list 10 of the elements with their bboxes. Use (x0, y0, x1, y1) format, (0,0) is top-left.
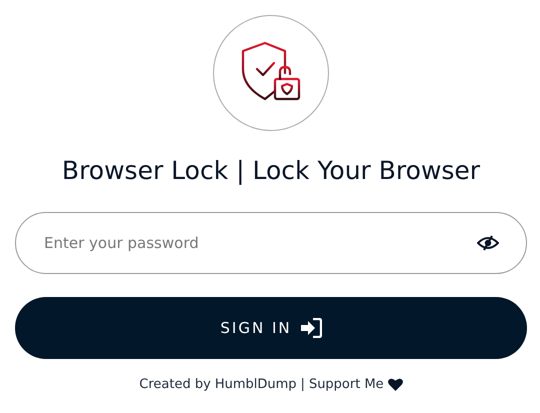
author-link[interactable]: HumblDump (214, 375, 297, 394)
password-field[interactable]: Enter your password (15, 212, 527, 274)
eye-slash-icon[interactable] (477, 235, 499, 251)
sign-in-icon (300, 318, 322, 338)
page-title: Browser Lock | Lock Your Browser (62, 156, 480, 186)
credit-text: Created by (139, 376, 211, 394)
separator-text: | (300, 376, 305, 394)
support-link[interactable]: Support Me (308, 375, 384, 394)
sign-in-button[interactable]: SIGN IN (15, 297, 527, 359)
heart-icon (388, 378, 403, 392)
